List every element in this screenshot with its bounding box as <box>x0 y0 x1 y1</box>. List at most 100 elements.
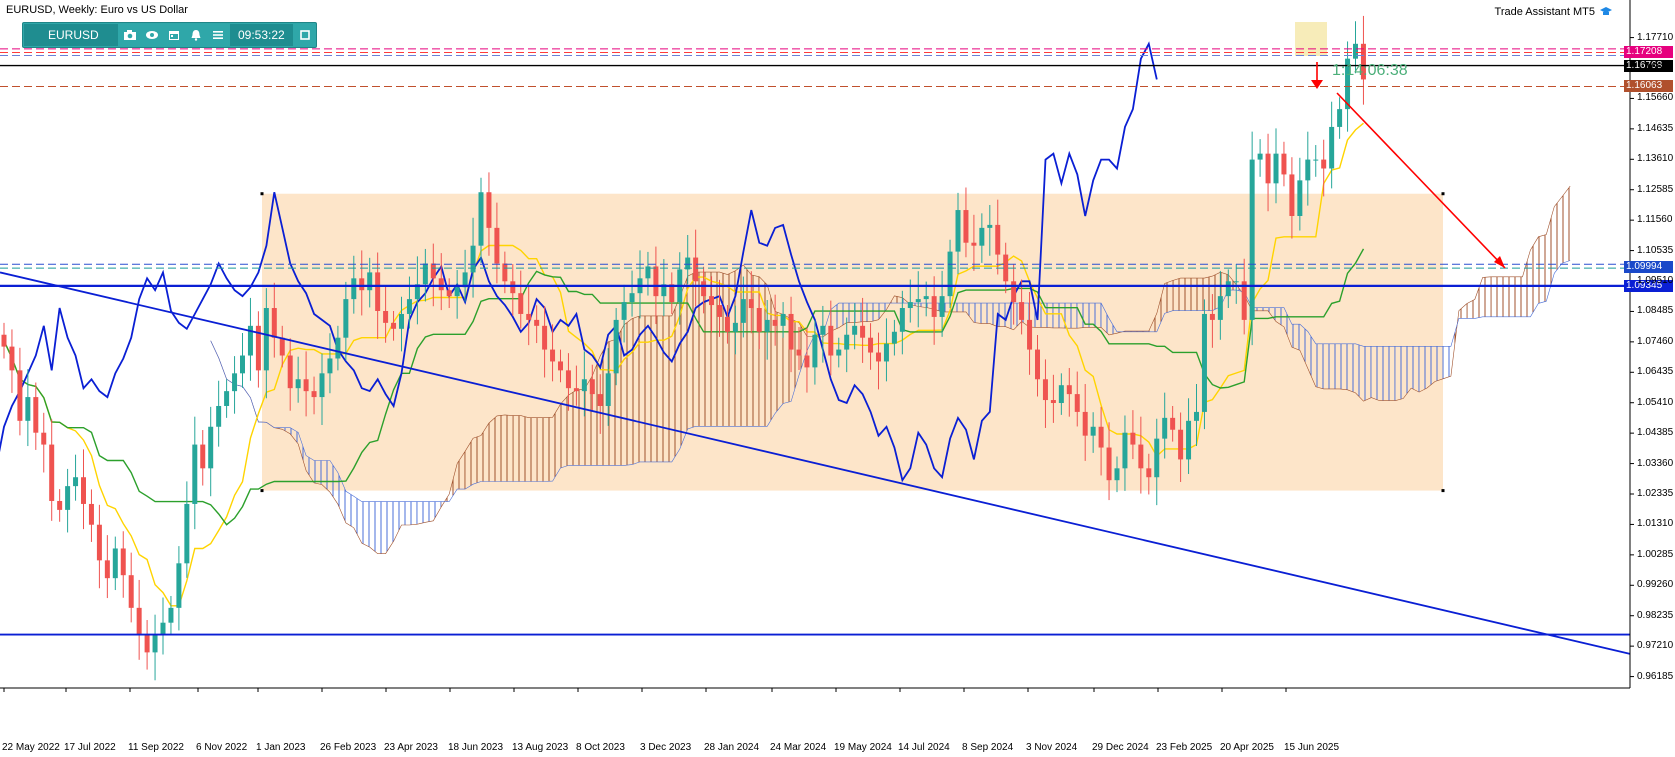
kumo-bull <box>759 276 768 427</box>
candle <box>1289 174 1295 216</box>
candle <box>1329 126 1335 169</box>
eye-button[interactable] <box>141 24 163 46</box>
calendar-button[interactable] <box>163 24 185 46</box>
kumo-bear <box>1363 346 1372 402</box>
candle <box>1 334 7 347</box>
candle <box>494 227 500 264</box>
candle <box>597 394 603 406</box>
menu-icon <box>213 31 223 39</box>
candle <box>1273 153 1279 184</box>
candle <box>375 272 381 311</box>
candle <box>57 500 63 510</box>
candle <box>1209 313 1215 320</box>
candle <box>971 242 977 246</box>
date-tick-label: 29 Dec 2024 <box>1092 742 1149 753</box>
candle <box>1233 281 1239 283</box>
date-tick-label: 20 Apr 2025 <box>1220 742 1274 753</box>
kumo-bear <box>353 496 362 544</box>
candle <box>756 308 762 332</box>
candle <box>279 337 285 356</box>
kumo-bear <box>393 501 402 542</box>
price-tick-label: 1.06435 <box>1637 366 1674 378</box>
kumo-bear <box>1419 346 1428 393</box>
kumo-bull <box>1180 278 1189 311</box>
kumo-bull <box>719 272 728 427</box>
candle <box>629 293 635 303</box>
candle <box>128 575 134 608</box>
price-tick-label: 1.12585 <box>1637 183 1674 195</box>
kumo-bear <box>1053 303 1062 328</box>
price-tick-label: 1.00285 <box>1637 548 1674 560</box>
menu-button[interactable] <box>207 24 229 46</box>
price-chart[interactable] <box>0 0 1675 757</box>
kumo-bull <box>775 311 784 414</box>
kumo-bear <box>981 303 990 324</box>
kumo-bear <box>1411 346 1420 393</box>
date-tick-label: 13 Aug 2023 <box>512 742 569 753</box>
date-tick-label: 17 Jul 2022 <box>64 742 116 753</box>
price-tick-label: 1.17710 <box>1637 31 1674 43</box>
kumo-bull <box>504 414 513 482</box>
candle <box>1170 417 1176 430</box>
candle <box>287 355 293 389</box>
candle <box>1130 432 1136 445</box>
kumo-bear <box>1093 303 1102 328</box>
kumo-bull <box>1530 236 1539 317</box>
price-tick-label: 1.08485 <box>1637 305 1674 317</box>
range-zone <box>262 193 1443 491</box>
candle <box>33 397 39 433</box>
symbol-selector[interactable]: EURUSD <box>24 24 118 46</box>
kumo-bear <box>1355 343 1364 402</box>
kumo-bear <box>425 501 434 523</box>
candle <box>96 524 102 561</box>
candle <box>311 391 317 398</box>
candle <box>1249 159 1255 320</box>
candle <box>732 322 738 332</box>
graduation-cap-icon[interactable] <box>1599 6 1613 18</box>
date-tick-label: 8 Oct 2023 <box>576 742 625 753</box>
kumo-bull <box>1458 303 1467 319</box>
kumo-bull <box>1522 250 1531 317</box>
price-tick-label: 1.02335 <box>1637 488 1674 499</box>
trade-assistant[interactable]: Trade Assistant MT5 <box>1495 6 1613 18</box>
candle <box>1321 159 1327 169</box>
window-icon <box>299 30 310 40</box>
candle <box>224 391 230 406</box>
alarm-icon <box>191 30 201 41</box>
kumo-bull <box>687 272 696 429</box>
candle <box>478 192 484 246</box>
candle <box>406 299 412 314</box>
candle <box>613 319 619 374</box>
window-button[interactable] <box>294 24 316 46</box>
candle <box>1106 447 1112 481</box>
alarm-button[interactable] <box>185 24 207 46</box>
date-tick-label: 14 Jul 2024 <box>898 742 950 753</box>
candle <box>160 622 166 635</box>
candle <box>200 444 206 469</box>
candle <box>1122 432 1128 469</box>
candle <box>1162 417 1168 439</box>
kumo-bear <box>870 303 879 322</box>
candle <box>876 352 881 362</box>
bar-countdown: 1:14:06:38 <box>1332 62 1408 79</box>
kumo-bull <box>1506 276 1515 317</box>
zone-handle <box>1441 192 1445 196</box>
candle <box>995 224 1001 255</box>
camera-button[interactable] <box>119 24 141 46</box>
kumo-bull <box>528 417 537 482</box>
price-tick-label: 1.07460 <box>1637 335 1674 347</box>
candle <box>955 210 961 252</box>
candle <box>1241 281 1247 320</box>
candle <box>1186 420 1192 460</box>
candle <box>581 379 587 392</box>
date-tick-label: 8 Sep 2024 <box>962 742 1014 753</box>
current-bar-highlight <box>1295 22 1327 56</box>
date-tick-label: 28 Jan 2024 <box>704 742 760 753</box>
candle <box>502 263 508 282</box>
price-tick-label: 1.05410 <box>1637 396 1674 408</box>
candle <box>1154 438 1160 478</box>
candle <box>979 227 985 246</box>
candle <box>112 548 118 579</box>
kumo-bull <box>496 414 505 482</box>
kumo-bear <box>1260 307 1269 311</box>
